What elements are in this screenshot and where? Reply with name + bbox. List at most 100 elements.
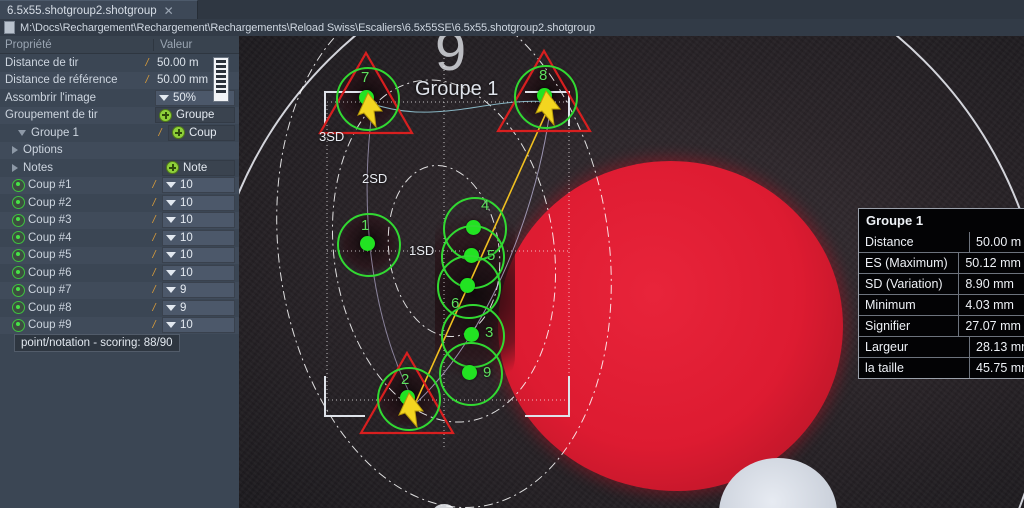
stats-label: Minimum <box>865 298 916 312</box>
property-value-cell[interactable]: Groupe <box>153 107 239 124</box>
edit-pencil-icon[interactable]: / <box>148 179 160 191</box>
property-value-cell[interactable]: 10 <box>160 177 239 194</box>
value-dropdown[interactable]: 10 <box>162 264 235 281</box>
property-value-cell[interactable]: 10 <box>160 317 239 334</box>
control-label: Groupe <box>176 109 215 122</box>
value-dropdown[interactable]: 10 <box>162 194 235 211</box>
value-dropdown[interactable]: 10 <box>162 212 235 229</box>
property-row[interactable]: Coup #2 / 10 <box>0 194 239 212</box>
file-path: M:\Docs\Rechargement\Rechargement\Rechar… <box>20 21 596 34</box>
sd-ring-label: 3SD <box>319 129 345 144</box>
add-button[interactable]: Groupe <box>155 107 235 124</box>
plus-icon <box>166 161 179 175</box>
edit-pencil-icon[interactable]: / <box>148 302 160 314</box>
value-dropdown[interactable]: 10 <box>162 317 235 334</box>
value-dropdown[interactable]: 9 <box>162 282 235 299</box>
property-row[interactable]: Distance de tir / 50.00 m <box>0 54 239 72</box>
property-row[interactable]: Coup #3 / 10 <box>0 211 239 229</box>
chevron-down-icon <box>166 287 176 294</box>
edit-pencil-icon[interactable]: / <box>148 197 160 209</box>
value-dropdown[interactable]: 9 <box>162 299 235 316</box>
shot-dot-icon <box>12 318 25 332</box>
property-value-cell[interactable]: 10 <box>160 194 239 211</box>
edit-pencil-icon[interactable]: / <box>148 249 160 261</box>
edit-pencil-icon[interactable]: / <box>141 57 153 69</box>
control-label: 10 <box>180 196 193 209</box>
add-button[interactable]: Coup <box>168 124 235 141</box>
property-row[interactable]: Distance de référence / 50.00 mm <box>0 71 239 89</box>
property-row[interactable]: Assombrir l'image 50% <box>0 89 239 107</box>
stats-label: la taille <box>865 361 904 375</box>
control-label: 9 <box>180 284 187 297</box>
property-value-cell[interactable]: 10 <box>160 229 239 246</box>
chevron-down-icon <box>166 269 176 276</box>
scoring-tooltip: point/notation - scoring: 88/90 <box>14 334 180 352</box>
chevron-down-icon <box>166 182 176 189</box>
property-row[interactable]: Coup #4 / 10 <box>0 229 239 247</box>
property-value-cell[interactable]: Note <box>160 159 239 176</box>
property-label: Coup #1 <box>28 179 72 192</box>
chevron-down-icon <box>159 94 169 101</box>
edit-pencil-icon[interactable]: / <box>148 319 160 331</box>
property-name-cell: Coup #4 <box>0 231 148 245</box>
property-value-cell[interactable]: 10 <box>160 247 239 264</box>
add-button[interactable]: Note <box>162 159 235 176</box>
edit-pencil-icon[interactable]: / <box>148 267 160 279</box>
properties-panel: Propriété Valeur Distance de tir / 50.00 m… <box>0 36 239 508</box>
chevron-down-icon <box>166 217 176 224</box>
property-row[interactable]: Options <box>0 141 239 159</box>
edit-pencil-icon[interactable]: / <box>141 74 153 86</box>
properties-header: Propriété Valeur <box>0 36 239 54</box>
property-value-cell[interactable]: 9 <box>160 282 239 299</box>
property-label: Assombrir l'image <box>5 91 97 104</box>
property-row[interactable]: Coup #8 / 9 <box>0 299 239 317</box>
property-value-cell[interactable]: 10 <box>160 264 239 281</box>
shot-number-label: 8 <box>539 67 548 84</box>
property-row[interactable]: Groupement de tir Groupe <box>0 106 239 124</box>
property-name-cell: Groupe 1 <box>0 127 154 139</box>
stats-row: Minimum4.03 mm0.277 moa0.081 mil <box>859 294 1024 315</box>
property-name-cell: Coup #9 <box>0 318 148 332</box>
edit-pencil-icon[interactable]: / <box>148 214 160 226</box>
control-label: Note <box>183 161 208 174</box>
property-label: Coup #7 <box>28 284 72 297</box>
property-label: Coup #8 <box>28 301 72 314</box>
edit-pencil-icon[interactable]: / <box>148 284 160 296</box>
property-value-cell[interactable]: 9 <box>160 299 239 316</box>
property-name-cell: Coup #3 <box>0 213 148 227</box>
property-label: Coup #5 <box>28 249 72 262</box>
column-header-value: Valeur <box>153 38 239 51</box>
property-value-cell[interactable]: 10 <box>160 212 239 229</box>
control-label: 9 <box>180 301 187 314</box>
property-value-cell[interactable]: Coup <box>166 124 239 141</box>
property-row[interactable]: Coup #7 / 9 <box>0 281 239 299</box>
properties-rows: Distance de tir / 50.00 m Distance de référ… <box>0 54 239 334</box>
value-dropdown[interactable]: 10 <box>162 177 235 194</box>
property-name-cell: Groupement de tir <box>0 109 141 121</box>
close-icon[interactable]: ✕ <box>164 5 174 17</box>
property-row[interactable]: Coup #6 / 10 <box>0 264 239 282</box>
shot-marker[interactable] <box>461 364 477 380</box>
chevron-down-icon <box>166 322 176 329</box>
target-image-view[interactable]: 9 7 8 9 <box>239 36 1024 508</box>
chevron-down-icon[interactable] <box>18 129 26 136</box>
tab-shotgroup[interactable]: 6.5x55.shotgroup2.shotgroup ✕ <box>0 0 198 20</box>
property-value-cell[interactable] <box>160 143 239 158</box>
property-row[interactable]: Coup #1 / 10 <box>0 176 239 194</box>
chevron-right-icon[interactable] <box>12 163 18 172</box>
properties-scrollbar-thumb[interactable] <box>213 57 229 102</box>
shot-dot-icon <box>12 248 25 262</box>
edit-pencil-icon[interactable]: / <box>154 127 166 139</box>
chevron-right-icon[interactable] <box>12 146 18 155</box>
value-dropdown[interactable]: 10 <box>162 247 235 264</box>
property-row[interactable]: Coup #9 / 10 <box>0 316 239 334</box>
control-label: Coup <box>189 126 217 139</box>
property-row[interactable]: Groupe 1 / Coup <box>0 124 239 142</box>
value-dropdown[interactable]: 10 <box>162 229 235 246</box>
property-row[interactable]: Coup #5 / 10 <box>0 246 239 264</box>
stats-label: Largeur <box>865 340 909 354</box>
stats-row: ES (Maximum)50.12 mm3.446 moa1.002 mil <box>859 252 1024 273</box>
property-row[interactable]: Notes Note <box>0 159 239 177</box>
control-label: 10 <box>180 319 193 332</box>
edit-pencil-icon[interactable]: / <box>148 232 160 244</box>
